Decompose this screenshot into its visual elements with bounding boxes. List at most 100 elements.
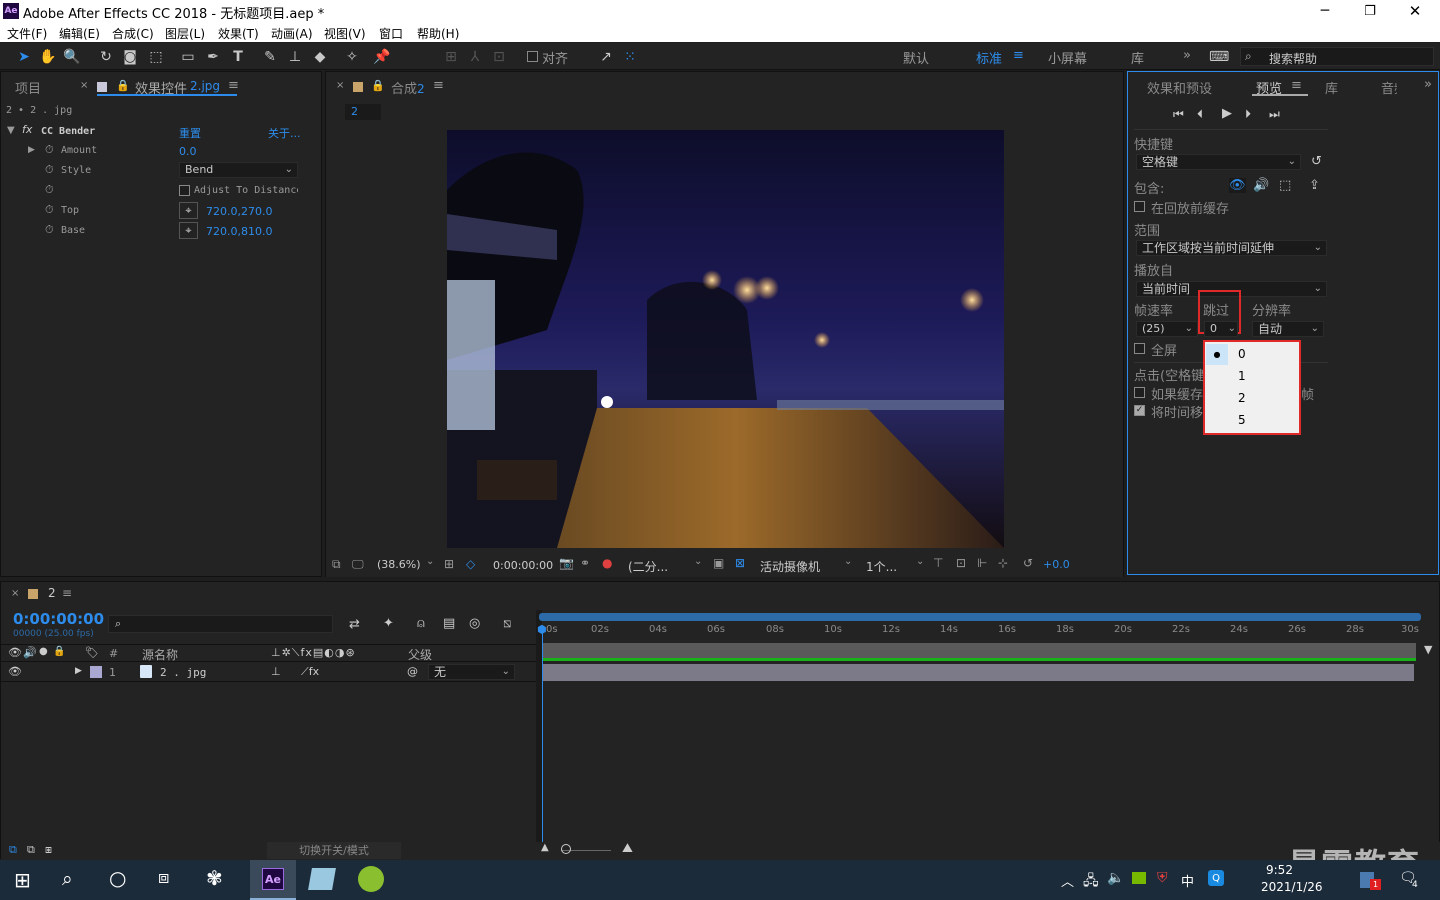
sync-settings-icon[interactable]: ⌨ xyxy=(1209,47,1229,67)
tab-project[interactable]: 项目 xyxy=(15,78,41,97)
tab-audio[interactable]: 音频 xyxy=(1381,78,1397,97)
rectangle-tool-icon[interactable]: ▭ xyxy=(178,47,198,67)
effect-reset-link[interactable]: 重置 xyxy=(179,125,201,141)
roto-brush-icon[interactable]: ✧ xyxy=(342,47,362,67)
playhead-icon[interactable]: ⬢ xyxy=(537,623,547,636)
snapshot-camera-icon[interactable]: 📷 xyxy=(559,556,574,570)
tab-timeline[interactable]: 2 xyxy=(48,586,56,600)
menu-edit[interactable]: 编辑(E) xyxy=(59,25,100,42)
exposure-value[interactable]: +0.0 xyxy=(1043,558,1070,571)
close-comp-tab-icon[interactable]: × xyxy=(336,80,344,91)
skip-option-2[interactable]: 2 xyxy=(1205,388,1299,409)
top-stopwatch-icon[interactable]: ⏱ xyxy=(45,203,54,217)
video-toggle-icon[interactable]: 👁 xyxy=(8,646,22,659)
adjust-to-distance-checkbox[interactable] xyxy=(179,185,190,196)
shortcut-dropdown[interactable]: 空格键 ⌄ xyxy=(1136,154,1301,170)
zoom-tool-icon[interactable]: 🔍 xyxy=(62,47,82,67)
zoom-in-icon[interactable]: ⛰ xyxy=(622,841,633,856)
style-dropdown[interactable]: Bend ⌄ xyxy=(179,162,298,178)
tab-effect-file[interactable]: 2.jpg xyxy=(190,79,220,93)
amount-stopwatch-icon[interactable]: ⏱ xyxy=(45,143,54,157)
safe-margins-icon[interactable]: ⊞ xyxy=(444,557,454,571)
zoom-dropdown[interactable]: (38.6%) xyxy=(377,558,421,571)
qq-icon[interactable]: Q xyxy=(1208,870,1224,886)
clock-date[interactable]: 2021/1/26 xyxy=(1261,880,1323,894)
puppet-pin-icon[interactable]: 📌 xyxy=(372,47,392,67)
move-time-checkbox[interactable]: ✓ xyxy=(1134,405,1145,416)
preview-tab-menu-icon[interactable]: ≡ xyxy=(1291,78,1302,93)
current-time-indicator[interactable] xyxy=(542,626,543,842)
time-ruler[interactable]: 0s 02s 04s 06s 08s 10s 12s 14s 16s 18s 2… xyxy=(539,622,1421,642)
always-preview-icon[interactable]: ⧉ xyxy=(332,557,341,572)
tab-effects-presets[interactable]: 效果和预设 xyxy=(1147,78,1212,97)
skip-dropdown[interactable]: 0 ⌄ xyxy=(1204,321,1238,337)
zoom-slider-thumb[interactable] xyxy=(561,844,571,854)
workspace-standard[interactable]: 标准 xyxy=(976,48,1002,67)
frame-rate-dropdown[interactable]: (25) ⌄ xyxy=(1136,321,1198,337)
draft-3d-icon[interactable]: ✦ xyxy=(383,616,394,631)
snap-grid-icon[interactable]: ⁙ xyxy=(620,47,640,67)
base-stopwatch-icon[interactable]: ⏱ xyxy=(45,223,54,237)
show-snapshot-icon[interactable]: ⚭ xyxy=(580,556,590,570)
workspace-library[interactable]: 库 xyxy=(1131,48,1144,67)
col-parent[interactable]: 父级 xyxy=(408,646,432,663)
menu-layer[interactable]: 图层(L) xyxy=(165,25,205,42)
adjust-stopwatch-icon[interactable]: ⏱ xyxy=(45,183,54,197)
brush-tool-icon[interactable]: ✎ xyxy=(260,47,280,67)
channels-icon[interactable]: ● xyxy=(602,556,612,570)
viewer-timecode[interactable]: 0:00:00:00 xyxy=(493,559,553,572)
top-crosshair-icon[interactable]: ⌖ xyxy=(179,202,198,219)
next-frame-icon[interactable]: ⏵ xyxy=(1245,107,1251,122)
monitor-icon[interactable]: 🖵 xyxy=(352,557,364,572)
skip-option-1[interactable]: 1 xyxy=(1205,366,1299,387)
menu-help[interactable]: 帮助(H) xyxy=(417,25,459,42)
lock-icon[interactable]: 🔒 xyxy=(116,79,130,92)
close-tab-icon[interactable]: × xyxy=(80,80,88,91)
layer-duration-bar[interactable] xyxy=(542,664,1414,681)
range-dropdown[interactable]: 工作区域按当前时间延伸 ⌄ xyxy=(1136,240,1327,256)
fullscreen-checkbox[interactable] xyxy=(1134,343,1145,354)
minimize-icon[interactable]: ─ xyxy=(1313,0,1337,22)
solo-toggle-icon[interactable]: ● xyxy=(39,646,48,657)
type-tool-icon[interactable]: T xyxy=(228,47,248,67)
toggle-pixel-icon[interactable]: ⊤ xyxy=(933,556,943,570)
rotate-tool-icon[interactable]: ↻ xyxy=(96,47,116,67)
menu-effect[interactable]: 效果(T) xyxy=(218,25,259,42)
include-overlay-icon[interactable]: ⬚ xyxy=(1279,178,1291,193)
camera-tool-icon[interactable]: ◙ xyxy=(120,47,140,67)
fast-preview-icon[interactable]: ⊡ xyxy=(956,556,966,570)
workspace-small-screen[interactable]: 小屏幕 xyxy=(1048,48,1087,67)
graph-editor-icon[interactable]: ⧅ xyxy=(503,616,511,631)
timeline-search-input[interactable]: ⌕ xyxy=(108,615,333,633)
task-view-icon[interactable]: ⧈ xyxy=(158,867,169,888)
parent-pickwhip-icon[interactable]: @ xyxy=(407,665,418,678)
comp-lock-icon[interactable]: 🔒 xyxy=(371,79,385,92)
audio-toggle-icon[interactable]: 🔊 xyxy=(23,646,37,659)
top-value[interactable]: 720.0,270.0 xyxy=(206,205,272,218)
parent-dropdown[interactable]: 无 ⌄ xyxy=(428,664,515,680)
taskbar-after-effects[interactable]: Ae xyxy=(250,860,296,900)
workspace-more-icon[interactable]: » xyxy=(1183,48,1191,63)
reset-shortcut-icon[interactable]: ↺ xyxy=(1311,154,1322,169)
amount-value[interactable]: 0.0 xyxy=(179,145,197,158)
layer-fx-switch[interactable]: ⟋fx xyxy=(301,665,319,679)
menu-composition[interactable]: 合成(C) xyxy=(112,25,154,42)
previous-frame-icon[interactable]: ⏴ xyxy=(1197,107,1203,122)
tray-chevron-icon[interactable]: ︿ xyxy=(1061,871,1074,890)
zoom-out-icon[interactable]: ▲ xyxy=(541,842,549,853)
resolution-preview-dropdown[interactable]: 自动 ⌄ xyxy=(1252,321,1324,337)
transfer-controls-icon[interactable]: ⧉ xyxy=(27,843,35,857)
base-value[interactable]: 720.0,810.0 xyxy=(206,225,272,238)
include-audio-icon[interactable]: 🔊 xyxy=(1253,178,1269,193)
layer-visibility-icon[interactable]: 👁 xyxy=(8,665,22,678)
base-crosshair-icon[interactable]: ⌖ xyxy=(179,222,198,239)
snap-options-icon[interactable]: ↗ xyxy=(596,47,616,67)
eraser-tool-icon[interactable]: ◆ xyxy=(310,47,330,67)
timeline-timecode[interactable]: 0:00:00:00 xyxy=(13,610,104,628)
menu-file[interactable]: 文件(F) xyxy=(7,25,47,42)
motion-blur-icon[interactable]: ◎ xyxy=(469,616,480,631)
pen-tool-icon[interactable]: ✒ xyxy=(203,47,223,67)
clock-time[interactable]: 9:52 xyxy=(1266,863,1293,877)
workspace-default[interactable]: 默认 xyxy=(903,48,929,67)
volume-icon[interactable]: 🔈 xyxy=(1107,870,1124,886)
